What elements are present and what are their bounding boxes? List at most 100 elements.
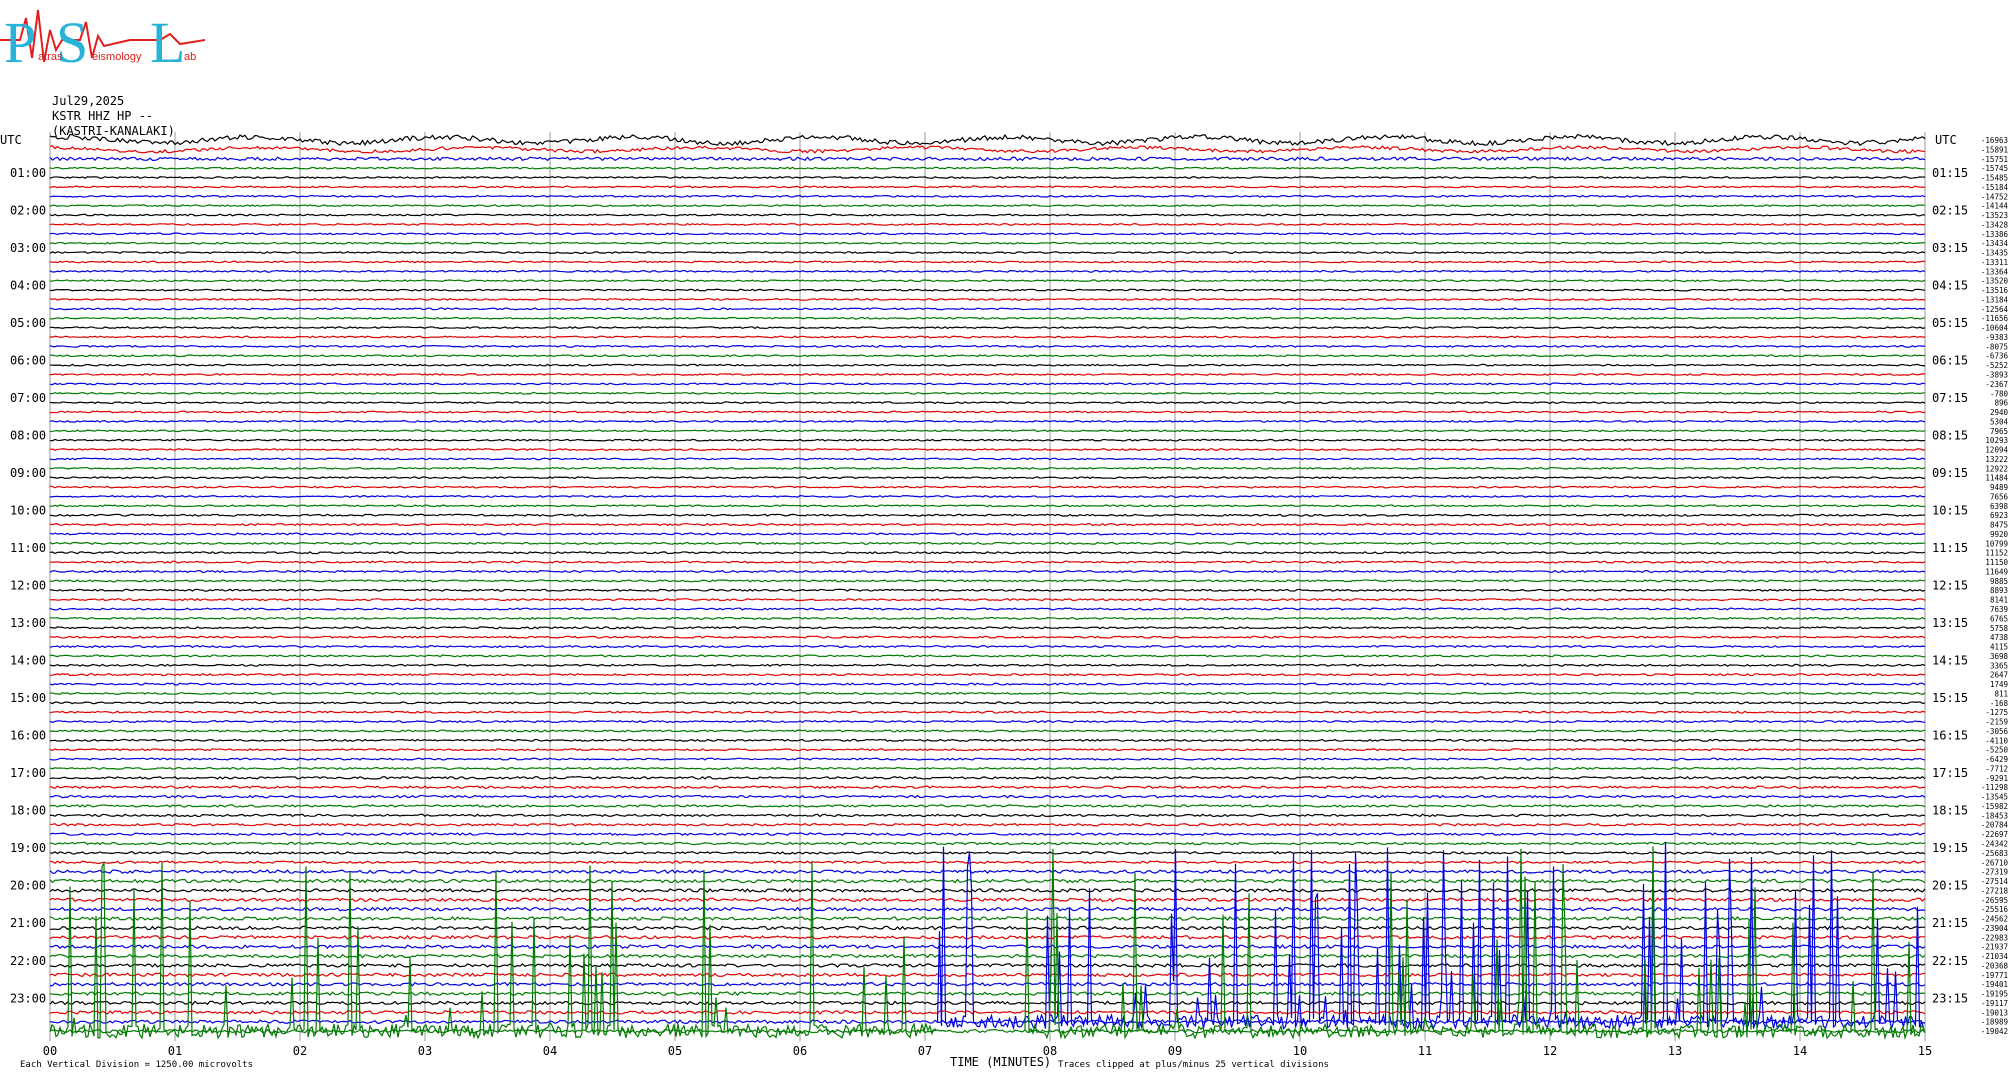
trace-offset-label: 6923 [1990, 511, 2008, 520]
seismic-trace [49, 494, 1926, 498]
seismic-trace [49, 551, 1926, 555]
minute-tick-label: 00 [43, 1044, 57, 1058]
trace-offset-label: -2159 [1985, 718, 2008, 727]
footer-left-note: Each Vertical Division = 1250.00 microvo… [20, 1060, 253, 1070]
right-hour-label: 19:15 [1932, 841, 1968, 855]
trace-offset-label: -6429 [1985, 755, 2008, 764]
seismic-trace [49, 279, 1926, 283]
right-hour-label: 01:15 [1932, 166, 1968, 180]
seismic-trace [49, 944, 1926, 950]
right-hour-label: 09:15 [1932, 466, 1968, 480]
seismic-trace [49, 307, 1926, 311]
trace-offset-label: -19195 [1981, 990, 2008, 999]
right-hour-label: 10:15 [1932, 504, 1968, 518]
seismic-trace [49, 963, 1926, 968]
minute-tick-label: 08 [1043, 1044, 1057, 1058]
seismic-trace [49, 166, 1925, 170]
trace-offset-label: -8075 [1985, 342, 2008, 351]
seismic-trace [49, 598, 1926, 602]
trace-offset-label: 4738 [1990, 633, 2009, 642]
trace-offset-label: -13434 [1981, 239, 2009, 248]
seismic-trace [49, 241, 1926, 245]
trace-offset-label: -19401 [1981, 980, 2008, 989]
trace-offset-label: 2647 [1990, 671, 2008, 680]
seismic-trace [49, 354, 1926, 358]
trace-offset-label: 11649 [1985, 567, 2008, 576]
seismic-trace [49, 476, 1926, 480]
seismic-trace [49, 869, 1926, 874]
seismic-trace [49, 429, 1926, 433]
trace-offset-label: -13516 [1981, 286, 2009, 295]
trace-offset-label: -20368 [1981, 961, 2009, 970]
seismic-trace [49, 419, 1926, 423]
trace-offset-label: -15485 [1981, 174, 2008, 183]
traces-layer [49, 133, 1926, 1040]
seismic-trace [49, 616, 1926, 620]
left-hour-label: 10:00 [10, 504, 46, 518]
trace-offset-label: -27319 [1981, 868, 2008, 877]
seismic-trace [49, 326, 1926, 330]
seismic-trace [49, 851, 1926, 855]
trace-offset-label: -25683 [1981, 849, 2008, 858]
seismic-trace [49, 410, 1926, 414]
trace-offset-label: -20784 [1981, 821, 2009, 830]
seismic-trace [49, 841, 1926, 846]
trace-offset-label: 8141 [1990, 596, 2008, 605]
right-hour-label: 21:15 [1932, 916, 1968, 930]
seismic-trace [49, 560, 1926, 564]
trace-offset-label: 9885 [1990, 577, 2008, 586]
seismic-trace [49, 794, 1926, 799]
seismic-trace [49, 626, 1926, 630]
trace-offset-label: -16963 [1981, 136, 2008, 145]
trace-offset-label: -14144 [1981, 202, 2009, 211]
left-hour-label: 14:00 [10, 654, 46, 668]
seismic-trace [49, 691, 1926, 695]
minute-tick-label: 02 [293, 1044, 307, 1058]
trace-offset-label: -14752 [1981, 192, 2008, 201]
seismic-trace [49, 579, 1926, 583]
trace-offset-label: 9920 [1990, 530, 2009, 539]
seismic-trace [49, 156, 1926, 162]
left-hour-label: 04:00 [10, 278, 46, 292]
seismic-trace [49, 541, 1926, 545]
utc-label-right: UTC [1935, 133, 1957, 147]
helicorder-plot: UTC UTC TIME (MINUTES) Each Vertical Div… [0, 132, 2009, 1070]
trace-offset-label: -13364 [1981, 267, 2009, 276]
left-hour-label: 01:00 [10, 166, 46, 180]
left-hour-label: 09:00 [10, 466, 46, 480]
trace-offset-label: 3365 [1990, 661, 2008, 670]
trace-offset-label: -168 [1990, 699, 2009, 708]
right-hour-label: 04:15 [1932, 278, 1968, 292]
seismic-trace [49, 719, 1926, 724]
minute-tick-label: 15 [1918, 1044, 1932, 1058]
trace-offset-label: 1749 [1990, 680, 2008, 689]
seismic-trace [49, 466, 1926, 470]
seismic-trace [49, 382, 1926, 386]
utc-label-left: UTC [0, 133, 22, 147]
left-hour-label: 12:00 [10, 579, 46, 593]
trace-offset-label: -21937 [1981, 943, 2008, 952]
seismic-trace [49, 766, 1926, 771]
right-hour-label: 12:15 [1932, 579, 1968, 593]
seismic-trace [49, 185, 1926, 189]
trace-offset-label: -27218 [1981, 886, 2009, 895]
left-hour-label: 16:00 [10, 729, 46, 743]
right-hour-label: 07:15 [1932, 391, 1968, 405]
left-hour-label: 07:00 [10, 391, 46, 405]
seismic-trace [49, 373, 1926, 376]
left-hour-label: 20:00 [10, 879, 46, 893]
trace-offset-label: -19013 [1981, 1008, 2008, 1017]
left-hour-label: 15:00 [10, 691, 46, 705]
left-hour-label: 08:00 [10, 428, 46, 442]
right-hour-label: 15:15 [1932, 691, 1968, 705]
right-hour-label: 14:15 [1932, 654, 1968, 668]
right-hour-label: 13:15 [1932, 616, 1968, 630]
seismic-trace [49, 316, 1926, 320]
trace-offset-label: -10604 [1981, 324, 2009, 333]
right-hour-label: 22:15 [1932, 954, 1968, 968]
trace-offset-label: 7639 [1990, 605, 2008, 614]
seismic-trace [49, 513, 1926, 517]
right-hour-label: 18:15 [1932, 804, 1968, 818]
left-hour-label: 22:00 [10, 954, 46, 968]
minute-tick-label: 10 [1293, 1044, 1307, 1058]
